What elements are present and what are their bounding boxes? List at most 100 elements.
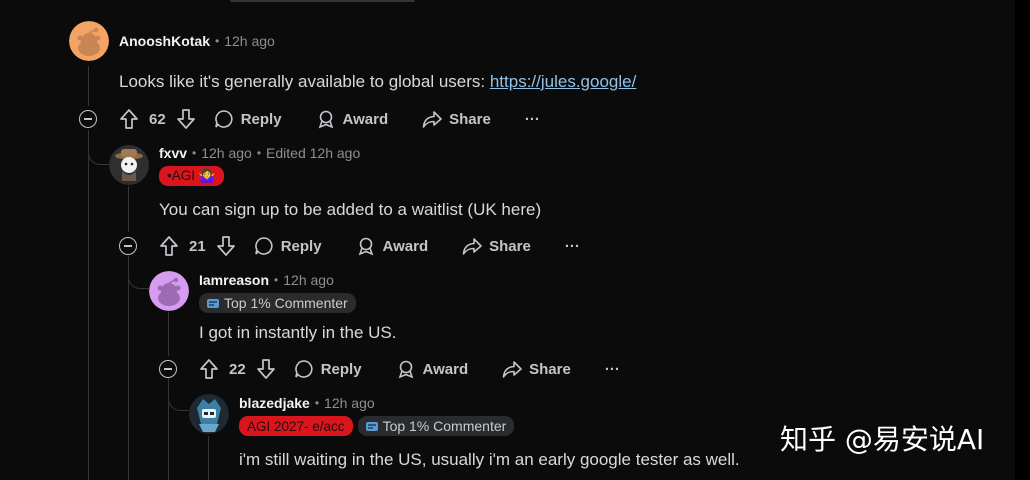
separator-dot: •: [314, 396, 320, 410]
share-button[interactable]: Share: [502, 359, 571, 379]
separator-dot: •: [274, 273, 279, 287]
timestamp[interactable]: 12h ago: [324, 395, 375, 411]
thread-line-3: [168, 312, 169, 356]
thread-branch-1: [88, 130, 109, 165]
share-icon: [422, 111, 442, 128]
thread-branch-3: [168, 378, 189, 411]
thread-line-2b: [128, 258, 129, 480]
avatar[interactable]: [189, 394, 229, 434]
comment-body: I got in instantly in the US.: [199, 323, 397, 342]
collapse-thread-button[interactable]: [159, 360, 177, 378]
user-flair: Top 1% Commenter: [199, 293, 356, 313]
share-label: Share: [449, 110, 491, 128]
speech-bubble-icon: [294, 360, 313, 378]
collapse-thread-button[interactable]: [119, 237, 137, 255]
comment-text: Looks like it's generally available to g…: [119, 72, 490, 91]
more-options-button[interactable]: ···: [525, 111, 540, 128]
share-button[interactable]: Share: [422, 109, 491, 129]
comment-actions: 22 Reply Award Share ···: [199, 358, 620, 380]
upvote-button[interactable]: [159, 235, 179, 257]
reply-label: Reply: [320, 360, 362, 378]
downvote-button[interactable]: [256, 358, 276, 380]
avatar[interactable]: [109, 145, 149, 185]
award-icon: [318, 110, 333, 129]
thread-line-1b: [88, 132, 89, 480]
reply-label: Reply: [240, 110, 282, 128]
scroll-edge-bar: [230, 0, 415, 2]
award-button[interactable]: Award: [356, 236, 429, 256]
top-commenter-text: Top 1% Commenter: [224, 295, 348, 311]
reply-label: Reply: [280, 237, 322, 255]
upvote-icon: [160, 236, 178, 256]
avatar[interactable]: [149, 271, 189, 311]
award-label: Award: [422, 360, 469, 378]
collapse-thread-button[interactable]: [79, 110, 97, 128]
comment-meta: Iamreason • 12h ago: [199, 272, 334, 288]
downvote-icon: [176, 109, 195, 129]
user-flair: •AGI 🤷‍♀️: [159, 166, 224, 186]
reply-button[interactable]: Reply: [214, 109, 282, 129]
upvote-icon: [120, 109, 138, 129]
award-icon: [358, 237, 373, 256]
comment-meta: AnooshKotak • 12h ago: [119, 33, 275, 49]
top-commenter-text: Top 1% Commenter: [382, 418, 507, 434]
share-label: Share: [529, 360, 571, 378]
right-panel-edge: [1015, 0, 1030, 480]
award-label: Award: [382, 237, 429, 255]
top-commenter-badge: Top 1% Commenter: [357, 416, 515, 436]
edited-label: Edited 12h ago: [266, 145, 361, 161]
downvote-button[interactable]: [176, 108, 196, 130]
commenter-badge-icon: [365, 421, 378, 431]
thread-line-2: [128, 186, 129, 232]
username[interactable]: blazedjake: [239, 395, 310, 411]
award-button[interactable]: Award: [316, 109, 389, 129]
separator-dot: •: [215, 34, 220, 48]
flair-badge: •AGI 🤷‍♀️: [159, 166, 224, 186]
minus-icon: [124, 245, 132, 247]
thread-branch-2: [128, 256, 149, 289]
speech-bubble-icon: [214, 110, 233, 128]
share-icon: [462, 238, 482, 255]
comment-body: i'm still waiting in the US, usually i'm…: [239, 450, 740, 469]
thread-line-4: [208, 436, 209, 480]
more-options-button[interactable]: ···: [565, 238, 580, 255]
avatar[interactable]: [69, 21, 109, 61]
comment-actions: 21 Reply Award Share ···: [159, 235, 580, 257]
timestamp[interactable]: 12h ago: [224, 33, 275, 49]
thread-line-1: [88, 66, 89, 106]
downvote-icon: [216, 236, 235, 256]
minus-icon: [84, 118, 92, 120]
more-options-button[interactable]: ···: [605, 361, 620, 378]
minus-icon: [164, 368, 172, 370]
upvote-icon: [200, 359, 218, 379]
comment-link[interactable]: https://jules.google/: [490, 72, 636, 91]
share-icon: [502, 361, 522, 378]
downvote-button[interactable]: [216, 235, 236, 257]
comment-actions: 62 Reply Award Share ···: [119, 108, 540, 130]
vote-score: 21: [189, 237, 206, 255]
award-icon: [398, 360, 413, 379]
award-label: Award: [342, 110, 389, 128]
timestamp[interactable]: 12h ago: [201, 145, 252, 161]
separator-dot: •: [192, 146, 197, 160]
comment-meta: fxvv • 12h ago • Edited 12h ago: [159, 145, 360, 161]
upvote-button[interactable]: [199, 358, 219, 380]
username[interactable]: AnooshKotak: [119, 33, 210, 49]
user-flair: AGI 2027- e/acc Top 1% Commenter: [239, 416, 515, 436]
watermark: 知乎 @易安说AI: [780, 423, 985, 456]
reply-button[interactable]: Reply: [254, 236, 322, 256]
username[interactable]: Iamreason: [199, 272, 269, 288]
upvote-button[interactable]: [119, 108, 139, 130]
vote-score: 62: [149, 110, 166, 128]
comment-meta: blazedjake • 12h ago: [239, 395, 375, 411]
commenter-badge-icon: [207, 298, 219, 308]
comment-body: Looks like it's generally available to g…: [119, 72, 636, 92]
share-button[interactable]: Share: [462, 236, 531, 256]
reply-button[interactable]: Reply: [294, 359, 362, 379]
timestamp[interactable]: 12h ago: [283, 272, 334, 288]
downvote-icon: [256, 359, 275, 379]
username[interactable]: fxvv: [159, 145, 187, 161]
vote-score: 22: [229, 360, 246, 378]
share-label: Share: [489, 237, 531, 255]
award-button[interactable]: Award: [396, 359, 469, 379]
